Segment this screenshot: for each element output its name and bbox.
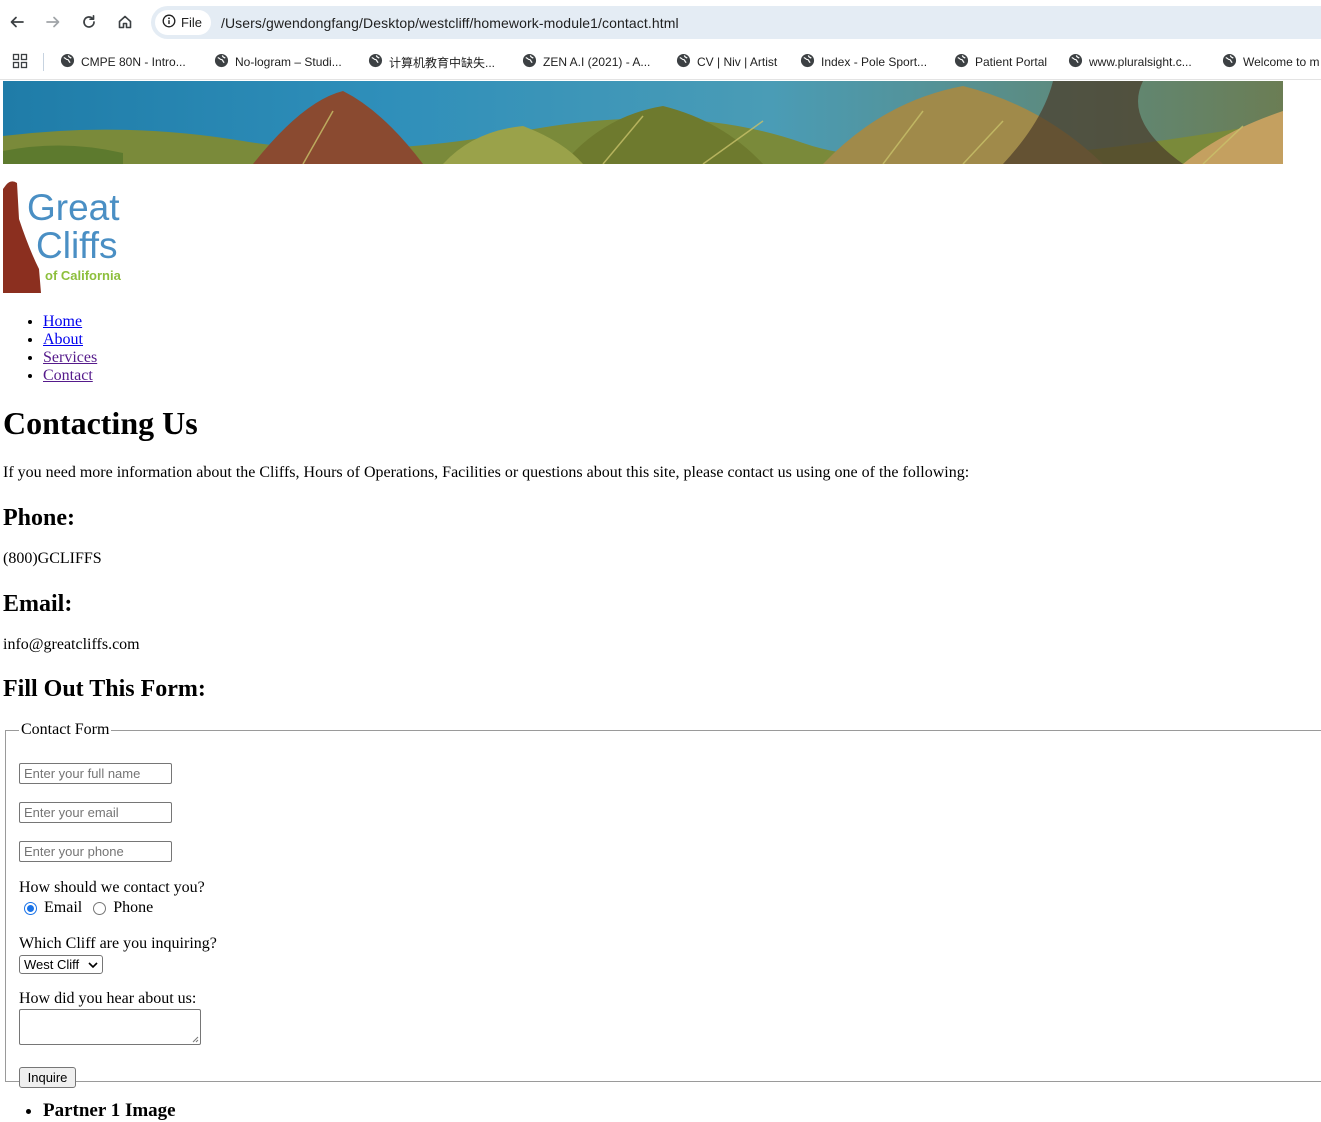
radio-email-label: Email bbox=[44, 899, 83, 916]
reload-icon[interactable] bbox=[78, 11, 100, 33]
intro-text: If you need more information about the C… bbox=[3, 464, 970, 481]
bookmark-item[interactable]: CV | Niv | Artist bbox=[676, 52, 777, 72]
globe-icon bbox=[60, 53, 75, 71]
browser-toolbar: File /Users/gwendongfang/Desktop/westcli… bbox=[0, 0, 1321, 44]
nav-item-contact: Contact bbox=[43, 367, 97, 385]
bookmark-item[interactable]: Welcome to m bbox=[1222, 52, 1319, 72]
email-input[interactable] bbox=[19, 802, 172, 823]
bookmark-item[interactable]: 计算机教育中缺失... bbox=[368, 52, 495, 72]
nav-link-about[interactable]: About bbox=[43, 331, 83, 348]
globe-icon bbox=[800, 53, 815, 71]
address-bar[interactable]: File /Users/gwendongfang/Desktop/westcli… bbox=[151, 6, 1321, 39]
nav-link-home[interactable]: Home bbox=[43, 313, 82, 330]
inquire-button[interactable]: Inquire bbox=[19, 1067, 76, 1088]
contact-method-group: Email Phone bbox=[21, 899, 153, 917]
globe-icon bbox=[1068, 53, 1083, 71]
cliff-select[interactable]: West Cliff bbox=[19, 955, 103, 974]
bookmark-item[interactable]: ZEN A.I (2021) - A... bbox=[522, 52, 650, 72]
bookmark-item[interactable]: Index - Pole Sport... bbox=[800, 52, 927, 72]
globe-icon bbox=[954, 53, 969, 71]
contact-form: Contact Form How should we contact you? … bbox=[5, 721, 1321, 1088]
phone-input[interactable] bbox=[19, 841, 172, 862]
apps-grid-icon[interactable] bbox=[12, 53, 28, 72]
contact-method-label: How should we contact you? bbox=[19, 879, 205, 896]
cliff-banner-image bbox=[3, 81, 1283, 164]
email-value: info@greatcliffs.com bbox=[3, 636, 140, 653]
main-nav: Home About Services Contact bbox=[3, 313, 97, 385]
full-name-input[interactable] bbox=[19, 763, 172, 784]
nav-link-contact[interactable]: Contact bbox=[43, 367, 93, 384]
form-legend: Contact Form bbox=[21, 721, 110, 738]
globe-icon bbox=[1222, 53, 1237, 71]
bookmarks-separator bbox=[43, 53, 44, 71]
referral-label: How did you hear about us: bbox=[19, 990, 197, 1007]
cliff-select-label: Which Cliff are you inquiring? bbox=[19, 935, 217, 952]
globe-icon bbox=[676, 53, 691, 71]
logo-text-great: Great bbox=[27, 187, 120, 228]
nav-item-services: Services bbox=[43, 349, 97, 367]
resize-handle-icon bbox=[192, 1036, 199, 1043]
bookmark-label: Index - Pole Sport... bbox=[821, 55, 928, 69]
site-info-label: File bbox=[181, 15, 202, 30]
bookmark-label: No-logram – Studi... bbox=[235, 55, 342, 69]
great-cliffs-logo: Great Cliffs of California bbox=[3, 179, 128, 294]
bookmark-label: www.pluralsight.c... bbox=[1089, 55, 1192, 69]
bookmark-item[interactable]: www.pluralsight.c... bbox=[1068, 52, 1192, 72]
bookmark-item[interactable]: Patient Portal bbox=[954, 52, 1047, 72]
radio-phone[interactable] bbox=[93, 901, 107, 915]
bookmark-item[interactable]: CMPE 80N - Intro... bbox=[60, 52, 186, 72]
partners-list: Partner 1 Image bbox=[3, 1100, 176, 1122]
bookmark-label: CMPE 80N - Intro... bbox=[81, 55, 186, 69]
nav-item-home: Home bbox=[43, 313, 97, 331]
url-text[interactable]: /Users/gwendongfang/Desktop/westcliff/ho… bbox=[221, 15, 679, 31]
bookmark-label: Welcome to m bbox=[1243, 55, 1320, 69]
bookmark-label: ZEN A.I (2021) - A... bbox=[543, 55, 651, 69]
page-title: Contacting Us bbox=[3, 405, 198, 441]
email-heading: Email: bbox=[3, 591, 73, 617]
radio-phone-label: Phone bbox=[113, 899, 154, 916]
info-icon bbox=[162, 14, 176, 31]
cliff-select-value: West Cliff bbox=[24, 957, 80, 972]
bookmark-label: CV | Niv | Artist bbox=[697, 55, 778, 69]
referral-textarea[interactable] bbox=[19, 1009, 201, 1045]
globe-icon bbox=[214, 53, 229, 71]
bookmark-label: 计算机教育中缺失... bbox=[389, 55, 496, 70]
form-heading: Fill Out This Form: bbox=[3, 676, 206, 702]
bookmark-item[interactable]: No-logram – Studi... bbox=[214, 52, 342, 72]
back-arrow-icon[interactable] bbox=[6, 11, 28, 33]
home-icon[interactable] bbox=[114, 11, 136, 33]
logo-text-cliffs: Cliffs bbox=[36, 225, 118, 266]
phone-value: (800)GCLIFFS bbox=[3, 550, 102, 567]
nav-item-about: About bbox=[43, 331, 97, 349]
logo-text-tagline: of California bbox=[45, 268, 122, 283]
radio-email[interactable] bbox=[24, 901, 37, 915]
chevron-down-icon bbox=[88, 957, 98, 972]
nav-link-services[interactable]: Services bbox=[43, 349, 97, 366]
bookmark-label: Patient Portal bbox=[975, 55, 1048, 69]
site-info-chip[interactable]: File bbox=[155, 10, 211, 35]
partner-item: Partner 1 Image bbox=[43, 1100, 176, 1122]
forward-arrow-icon[interactable] bbox=[42, 11, 64, 33]
globe-icon bbox=[368, 53, 383, 71]
phone-heading: Phone: bbox=[3, 505, 75, 531]
globe-icon bbox=[522, 53, 537, 71]
bookmarks-bar: CMPE 80N - Intro... No-logram – Studi... 计… bbox=[0, 44, 1321, 80]
